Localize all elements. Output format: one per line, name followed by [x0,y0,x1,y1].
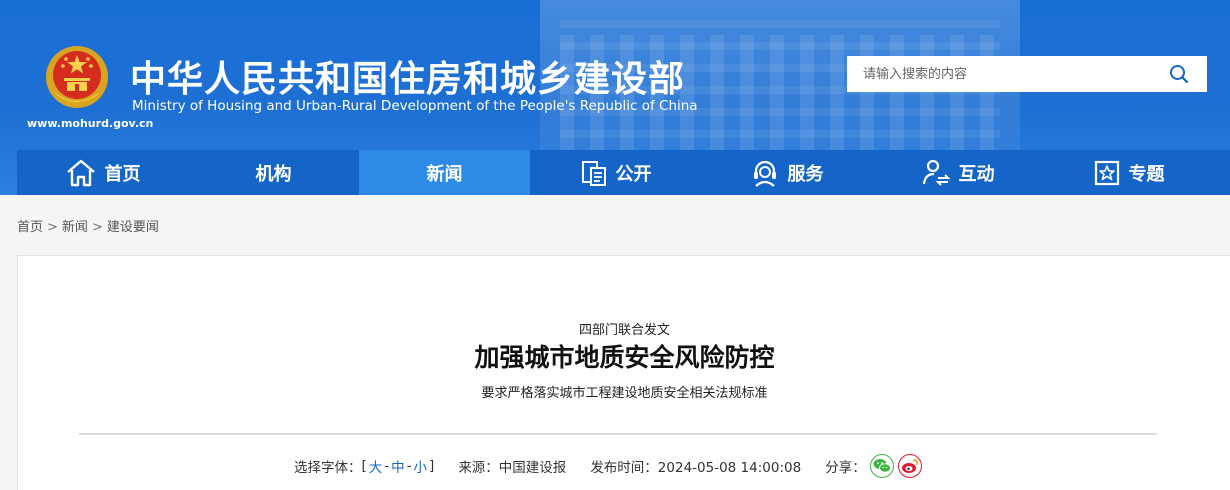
article-subtitle: 要求严格落实城市工程建设地质安全相关法规标准 [481,386,768,401]
nav-item-label: 机构 [255,163,292,185]
search-button[interactable] [1151,56,1207,92]
nav-item-label: 互动 [958,163,995,185]
breadcrumb-news[interactable]: 新闻 [62,220,88,235]
nav-item-public[interactable]: 公开 [530,150,701,195]
nav-item-home[interactable]: 首页 [17,150,188,195]
star-icon [1094,160,1119,185]
nav-item-label: 新闻 [426,163,463,185]
article-pretitle: 四部门联合发文 [578,323,670,338]
site-title[interactable]: 中华人民共和国住房和城乡建设部 [130,50,685,102]
nav-item-topics[interactable]: 专题 [1043,150,1214,195]
article-title: 加强城市地质安全风险防控 [474,343,775,372]
font-size-small[interactable]: 小 [414,456,428,476]
main-nav: 首页 机构 新闻 公开 服务 互动 专题 [17,150,1230,195]
share-wechat-button[interactable] [869,454,894,478]
article-meta: 选择字体：[ 大- 中- 小 ] 来源：中国建设报 发布时间：2024-05-0… [294,454,946,478]
divider [79,433,1157,435]
site-url: www.mohurd.gov.cn [27,117,154,130]
site-header: www.mohurd.gov.cn 中华人民共和国住房和城乡建设部 Minist… [0,0,1230,195]
nav-item-label: 公开 [615,163,652,185]
nav-item-label: 首页 [104,163,141,185]
national-emblem-icon[interactable] [44,44,110,110]
nav-item-interaction[interactable]: 互动 [872,150,1043,195]
document-icon [581,160,606,186]
nav-item-label: 服务 [787,163,824,185]
breadcrumb-separator: > [47,220,58,235]
service-icon [753,160,776,187]
search-icon [1170,65,1189,84]
breadcrumb-home[interactable]: 首页 [17,220,43,235]
search-box [847,56,1207,92]
interaction-icon [922,159,950,186]
article-card: 四部门联合发文 加强城市地质安全风险防控 要求严格落实城市工程建设地质安全相关法… [17,255,1230,490]
weibo-icon [901,459,918,473]
font-size-selector: 选择字体：[ 大- 中- 小 ] [294,456,435,476]
font-size-large[interactable]: 大 [369,456,383,476]
breadcrumb: 首页 > 新闻 > 建设要闻 [17,216,159,235]
site-title-english: Ministry of Housing and Urban-Rural Deve… [132,98,698,114]
search-input[interactable] [847,57,1151,91]
nav-item-service[interactable]: 服务 [701,150,872,195]
article-source: 来源：中国建设报 [458,460,567,476]
share-weibo-button[interactable] [897,454,922,478]
nav-item-news[interactable]: 新闻 [359,150,530,195]
share-section: 分享： [825,454,922,478]
wechat-icon [873,459,891,473]
home-icon [66,159,95,186]
article-publish-time: 发布时间：2024-05-08 14:00:08 [590,460,802,476]
nav-item-label: 专题 [1128,163,1165,185]
breadcrumb-separator: > [91,220,103,235]
font-size-label: 选择字体： [294,460,362,476]
breadcrumb-construction-news[interactable]: 建设要闻 [107,220,159,235]
nav-item-organization[interactable]: 机构 [188,150,359,195]
share-label: 分享： [825,460,866,476]
font-size-medium[interactable]: 中 [391,456,405,476]
